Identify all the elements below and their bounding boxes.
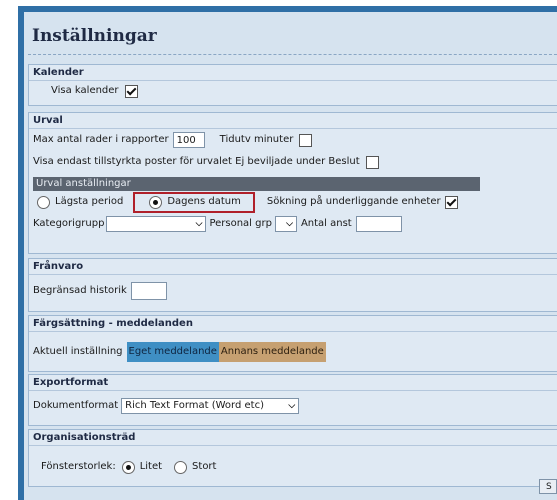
max-rows-input[interactable]: 100 [172, 132, 205, 148]
page-title: Inställningar [32, 26, 157, 46]
section-organisationstrad: Organisationsträd Fönsterstorlek: Litet … [28, 429, 557, 487]
visa-endast-row: Visa endast tillstyrkta poster för urval… [33, 153, 379, 171]
section-heading-urval: Urval [29, 113, 557, 129]
chevron-down-icon: ⌵ [288, 401, 296, 411]
eget-meddelande-swatch[interactable]: Eget meddelande [126, 342, 219, 362]
visa-kalender-row: Visa kalender [51, 82, 138, 100]
tidutv-label: Tidutv minuter [219, 134, 294, 145]
urval-radio-row: Lägsta period Dagens datum Sökning på un… [37, 193, 458, 211]
dokumentformat-select[interactable]: Rich Text Format (Word etc) ⌵ [121, 398, 300, 414]
antal-anst-input[interactable] [355, 216, 402, 232]
max-rows-row: Max antal rader i rapporter 100 Tidutv m… [33, 131, 313, 149]
kategorigrupp-label: Kategorigrupp [33, 218, 105, 229]
dokumentformat-label: Dokumentformat [33, 400, 119, 411]
fonsterstorlek-label: Fönsterstorlek: [41, 461, 116, 472]
radio-dagens-label: Dagens datum [167, 196, 241, 207]
section-fargsattning: Färgsättning - meddelanden Aktuell instä… [28, 315, 557, 372]
radio-lagsta-period[interactable] [37, 195, 50, 209]
kategorigrupp-select[interactable]: ⌵ [106, 216, 207, 232]
visa-endast-checkbox[interactable] [365, 155, 379, 169]
title-divider [28, 54, 557, 55]
radio-dagens-datum[interactable] [149, 195, 163, 209]
radio-stort-label: Stort [192, 461, 217, 472]
window-frame: Inställningar Kalender Visa kalender Urv… [18, 6, 557, 500]
urval-anstallningar-bar: Urval anställningar [33, 177, 480, 191]
personal-grp-label: Personal grp [209, 218, 272, 229]
section-urval: Urval Max antal rader i rapporter 100 Ti… [28, 112, 557, 254]
section-franvaro: Frånvaro Begränsad historik [28, 258, 557, 312]
visa-kalender-label: Visa kalender [51, 85, 119, 96]
personal-grp-select[interactable]: ⌵ [274, 216, 297, 232]
antal-anst-label: Antal anst [300, 218, 352, 229]
begransad-row: Begränsad historik [33, 282, 167, 300]
section-exportformat: Exportformat Dokumentformat Rich Text Fo… [28, 374, 557, 426]
settings-panel: Inställningar Kalender Visa kalender Urv… [24, 12, 557, 500]
aktuell-label: Aktuell inställning [33, 346, 123, 357]
radio-litet-label: Litet [139, 461, 163, 472]
corner-save-button[interactable]: S [539, 479, 557, 494]
chevron-down-icon: ⌵ [286, 219, 293, 229]
section-heading-exportformat: Exportformat [29, 375, 557, 391]
aktuell-row: Aktuell inställning Eget meddelande Anna… [33, 342, 326, 362]
fonsterstorlek-row: Fönsterstorlek: Litet Stort [41, 458, 216, 476]
visa-endast-label: Visa endast tillstyrkta poster för urval… [33, 156, 360, 167]
section-heading-fargsattning: Färgsättning - meddelanden [29, 316, 557, 332]
annans-meddelande-swatch[interactable]: Annans meddelande [218, 342, 326, 362]
max-rows-label: Max antal rader i rapporter [33, 134, 169, 145]
radio-lagsta-label: Lägsta period [55, 196, 124, 207]
visa-kalender-checkbox[interactable] [124, 84, 138, 98]
kategori-row: Kategorigrupp ⌵ Personal grp ⌵ Antal ans… [33, 215, 402, 233]
tidutv-checkbox[interactable] [299, 133, 313, 147]
sokning-checkbox[interactable] [444, 195, 458, 209]
section-heading-kalender: Kalender [29, 65, 557, 81]
section-heading-franvaro: Frånvaro [29, 259, 557, 275]
sokning-label: Sökning på underliggande enheter [266, 196, 441, 207]
dokumentformat-row: Dokumentformat Rich Text Format (Word et… [33, 397, 300, 415]
chevron-down-icon: ⌵ [195, 219, 203, 229]
begransad-input[interactable] [130, 282, 167, 300]
section-heading-organisationstrad: Organisationsträd [29, 430, 557, 446]
begransad-label: Begränsad historik [33, 285, 127, 296]
radio-litet[interactable] [121, 460, 135, 474]
section-kalender: Kalender Visa kalender [28, 64, 557, 106]
radio-stort[interactable] [174, 460, 188, 474]
dokumentformat-value: Rich Text Format (Word etc) [125, 400, 264, 411]
